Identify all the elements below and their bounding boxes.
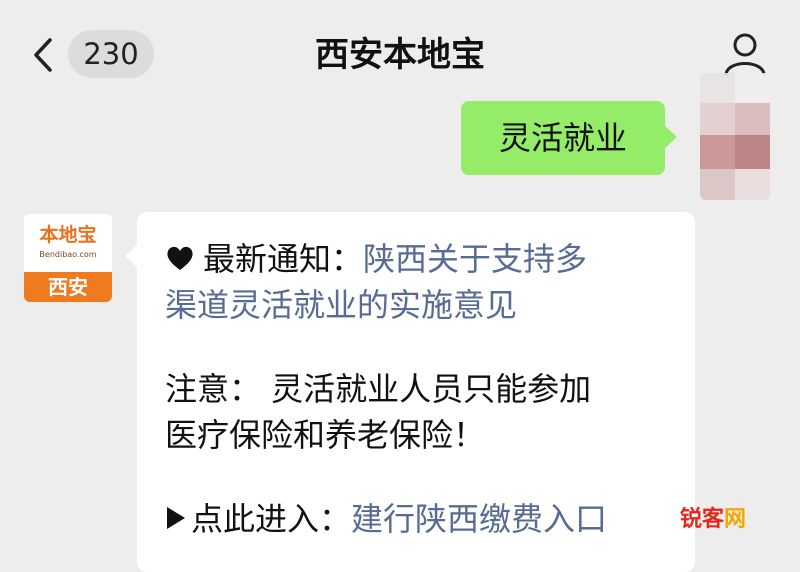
back-chevron-icon[interactable] xyxy=(26,30,60,80)
heart-icon xyxy=(165,239,195,270)
entry-label: 点此进入： xyxy=(191,500,352,538)
note-line-2: 医疗保险和养老保险！ xyxy=(165,416,486,454)
chat-header: 230 西安本地宝 xyxy=(0,0,800,100)
sender-avatar[interactable]: 本地宝 Bendibao.com 西安 xyxy=(24,214,112,302)
my-avatar-blurred[interactable] xyxy=(700,73,770,200)
notice-link-part1[interactable]: 陕西关于支持多 xyxy=(363,240,587,278)
entry-line: 点此进入：建行陕西缴费入口 xyxy=(165,496,607,542)
chat-title: 西安本地宝 xyxy=(315,35,485,75)
logo-text: 本地宝 xyxy=(39,224,97,246)
person-icon[interactable] xyxy=(722,30,768,78)
note-line-1: 注意： 灵活就业人员只能参加 xyxy=(165,370,592,408)
incoming-message: 最新通知：陕西关于支持多 渠道灵活就业的实施意见 注意： 灵活就业人员只能参加 … xyxy=(125,212,695,572)
play-icon xyxy=(165,498,187,529)
unread-count-badge[interactable]: 230 xyxy=(68,30,154,78)
entry-link[interactable]: 建行陕西缴费入口 xyxy=(351,500,607,538)
watermark-text-b: 网 xyxy=(724,507,747,532)
logo-area: 本地宝 Bendibao.com xyxy=(24,214,112,272)
site-watermark: 锐客网 xyxy=(680,504,760,536)
logo-subtext: Bendibao.com xyxy=(39,250,97,259)
notice-link-part2[interactable]: 渠道灵活就业的实施意见 xyxy=(165,282,517,328)
notice-line: 最新通知：陕西关于支持多 xyxy=(165,236,587,282)
city-label: 西安 xyxy=(24,272,112,302)
notice-label: 最新通知： xyxy=(203,240,364,278)
outgoing-message[interactable]: 灵活就业 xyxy=(461,101,677,175)
watermark-text-a: 锐客 xyxy=(680,507,725,532)
